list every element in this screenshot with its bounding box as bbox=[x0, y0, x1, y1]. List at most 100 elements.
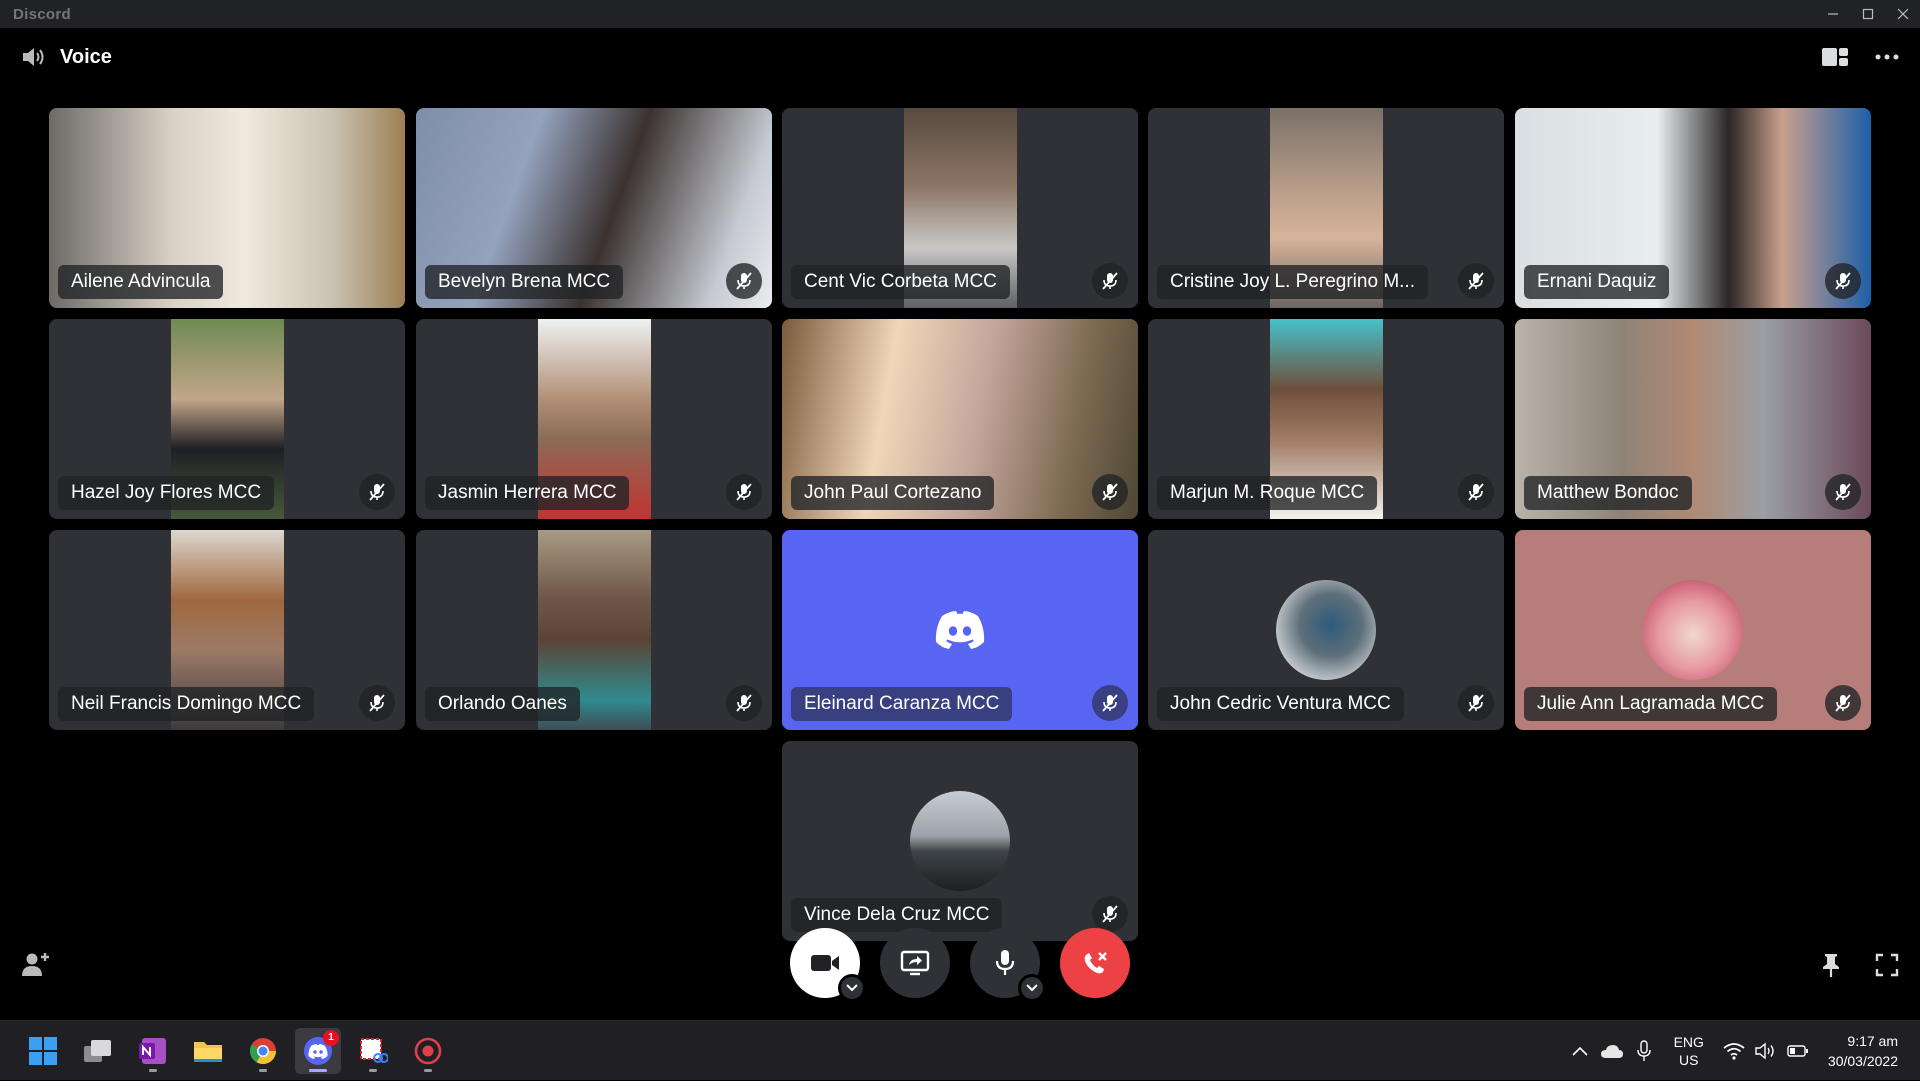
close-window-button[interactable] bbox=[1885, 0, 1920, 28]
participant-grid: Ailene Advincula Bevelyn Brena MCC Cent … bbox=[49, 108, 1872, 943]
mic-muted-icon bbox=[736, 272, 752, 290]
participant-name: Bevelyn Brena MCC bbox=[425, 265, 624, 299]
minimize-button[interactable] bbox=[1815, 0, 1850, 28]
show-hidden-icons-button[interactable] bbox=[1567, 1038, 1593, 1064]
task-view-button[interactable] bbox=[75, 1028, 121, 1074]
disconnect-button[interactable] bbox=[1060, 928, 1130, 998]
fullscreen-icon bbox=[1875, 953, 1899, 977]
muted-indicator bbox=[1458, 685, 1494, 721]
participant-tile[interactable]: Ernani Daquiz bbox=[1515, 108, 1871, 308]
camera-button[interactable] bbox=[790, 928, 866, 1002]
input-language-button[interactable]: ENG US bbox=[1674, 1033, 1704, 1069]
ellipsis-icon bbox=[1875, 54, 1899, 60]
muted-indicator bbox=[359, 474, 395, 510]
participant-tile[interactable]: Cent Vic Corbeta MCC bbox=[782, 108, 1138, 308]
participant-tile[interactable]: Marjun M. Roque MCC bbox=[1148, 319, 1504, 519]
mic-muted-icon bbox=[369, 694, 385, 712]
add-user-icon bbox=[22, 953, 49, 976]
clock-button[interactable]: 9:17 am 30/03/2022 bbox=[1828, 1031, 1898, 1071]
running-indicator bbox=[424, 1068, 432, 1072]
camera-options-button[interactable] bbox=[838, 974, 866, 1002]
participant-tile[interactable]: John Cedric Ventura MCC bbox=[1148, 530, 1504, 730]
language-code: ENG bbox=[1673, 1034, 1704, 1050]
taskbar-recorder[interactable] bbox=[405, 1028, 451, 1074]
snipping-tool-icon bbox=[360, 1037, 388, 1063]
running-indicator bbox=[369, 1068, 377, 1072]
cloud-icon bbox=[1600, 1045, 1623, 1058]
minimize-icon bbox=[1827, 13, 1838, 15]
fullscreen-button[interactable] bbox=[1872, 950, 1902, 980]
windows-logo-icon bbox=[29, 1036, 57, 1065]
onenote-icon bbox=[139, 1037, 166, 1064]
taskbar-discord[interactable]: 1 bbox=[295, 1027, 341, 1074]
avatar bbox=[1276, 580, 1376, 680]
invite-button[interactable] bbox=[20, 948, 52, 980]
start-button[interactable] bbox=[20, 1028, 66, 1074]
discord-logo-icon bbox=[928, 598, 992, 662]
microphone-options-button[interactable] bbox=[1018, 974, 1046, 1002]
pin-icon bbox=[1823, 954, 1839, 977]
muted-indicator bbox=[1092, 685, 1128, 721]
taskbar-file-explorer[interactable] bbox=[185, 1028, 231, 1074]
muted-indicator bbox=[1092, 474, 1128, 510]
mic-muted-icon bbox=[1102, 694, 1118, 712]
participant-tile[interactable]: Eleinard Caranza MCC bbox=[782, 530, 1138, 730]
participant-name: Vince Dela Cruz MCC bbox=[791, 898, 1003, 932]
participant-tile[interactable]: Julie Ann Lagramada MCC bbox=[1515, 530, 1871, 730]
muted-indicator bbox=[726, 474, 762, 510]
avatar bbox=[910, 791, 1010, 891]
speaker-icon bbox=[20, 43, 48, 71]
running-indicator bbox=[309, 1068, 327, 1072]
participant-name: Jasmin Herrera MCC bbox=[425, 476, 630, 510]
maximize-button[interactable] bbox=[1850, 0, 1885, 28]
participant-tile[interactable]: Cristine Joy L. Peregrino M... bbox=[1148, 108, 1504, 308]
participant-name: Matthew Bondoc bbox=[1524, 476, 1692, 510]
participant-tile[interactable]: Vince Dela Cruz MCC bbox=[782, 741, 1138, 941]
date-display: 30/03/2022 bbox=[1827, 1053, 1898, 1069]
view-controls bbox=[1816, 950, 1902, 980]
volume-button[interactable] bbox=[1753, 1038, 1779, 1064]
taskbar-snipping-tool[interactable] bbox=[350, 1028, 396, 1074]
maximize-icon bbox=[1862, 8, 1873, 20]
onedrive-button[interactable] bbox=[1599, 1038, 1625, 1064]
participant-tile[interactable]: Neil Francis Domingo MCC bbox=[49, 530, 405, 730]
muted-indicator bbox=[1458, 474, 1494, 510]
mic-muted-icon bbox=[1835, 694, 1851, 712]
running-indicator bbox=[259, 1068, 267, 1072]
participant-tile[interactable]: Hazel Joy Flores MCC bbox=[49, 319, 405, 519]
close-icon bbox=[1897, 8, 1908, 20]
layout-button[interactable] bbox=[1820, 42, 1850, 72]
running-indicator bbox=[149, 1068, 157, 1072]
record-icon bbox=[414, 1037, 442, 1064]
participant-tile[interactable]: Bevelyn Brena MCC bbox=[416, 108, 772, 308]
battery-button[interactable] bbox=[1785, 1038, 1811, 1064]
taskbar-onenote[interactable] bbox=[130, 1028, 176, 1074]
system-tray: ENG US 9:17 am 30/03/2022 bbox=[1564, 1021, 1920, 1081]
participant-tile[interactable]: Matthew Bondoc bbox=[1515, 319, 1871, 519]
screen-share-button[interactable] bbox=[880, 928, 950, 998]
grid-layout-icon bbox=[1822, 48, 1848, 66]
microphone-tray-button[interactable] bbox=[1631, 1038, 1657, 1064]
hang-up-phone-icon bbox=[1084, 952, 1107, 974]
keyboard-layout: US bbox=[1679, 1052, 1699, 1068]
microphone-button[interactable] bbox=[970, 928, 1046, 1002]
chevron-down-icon bbox=[1026, 984, 1038, 992]
more-options-button[interactable] bbox=[1872, 42, 1902, 72]
muted-indicator bbox=[359, 685, 395, 721]
muted-indicator bbox=[1092, 896, 1128, 932]
pop-out-button[interactable] bbox=[1816, 950, 1846, 980]
participant-tile[interactable]: Ailene Advincula bbox=[49, 108, 405, 308]
participant-tile[interactable]: Orlando Oanes bbox=[416, 530, 772, 730]
wifi-button[interactable] bbox=[1721, 1038, 1747, 1064]
participant-name: Julie Ann Lagramada MCC bbox=[1524, 687, 1778, 721]
mic-muted-icon bbox=[1468, 694, 1484, 712]
participant-tile[interactable]: John Paul Cortezano bbox=[782, 319, 1138, 519]
participant-name: John Cedric Ventura MCC bbox=[1157, 687, 1404, 721]
volume-icon bbox=[1755, 1042, 1774, 1060]
taskbar-chrome[interactable] bbox=[240, 1028, 286, 1074]
muted-indicator bbox=[1092, 263, 1128, 299]
participant-tile[interactable]: Jasmin Herrera MCC bbox=[416, 319, 772, 519]
screen-share-icon bbox=[900, 950, 930, 976]
mic-muted-icon bbox=[1468, 272, 1484, 290]
muted-indicator bbox=[726, 685, 762, 721]
